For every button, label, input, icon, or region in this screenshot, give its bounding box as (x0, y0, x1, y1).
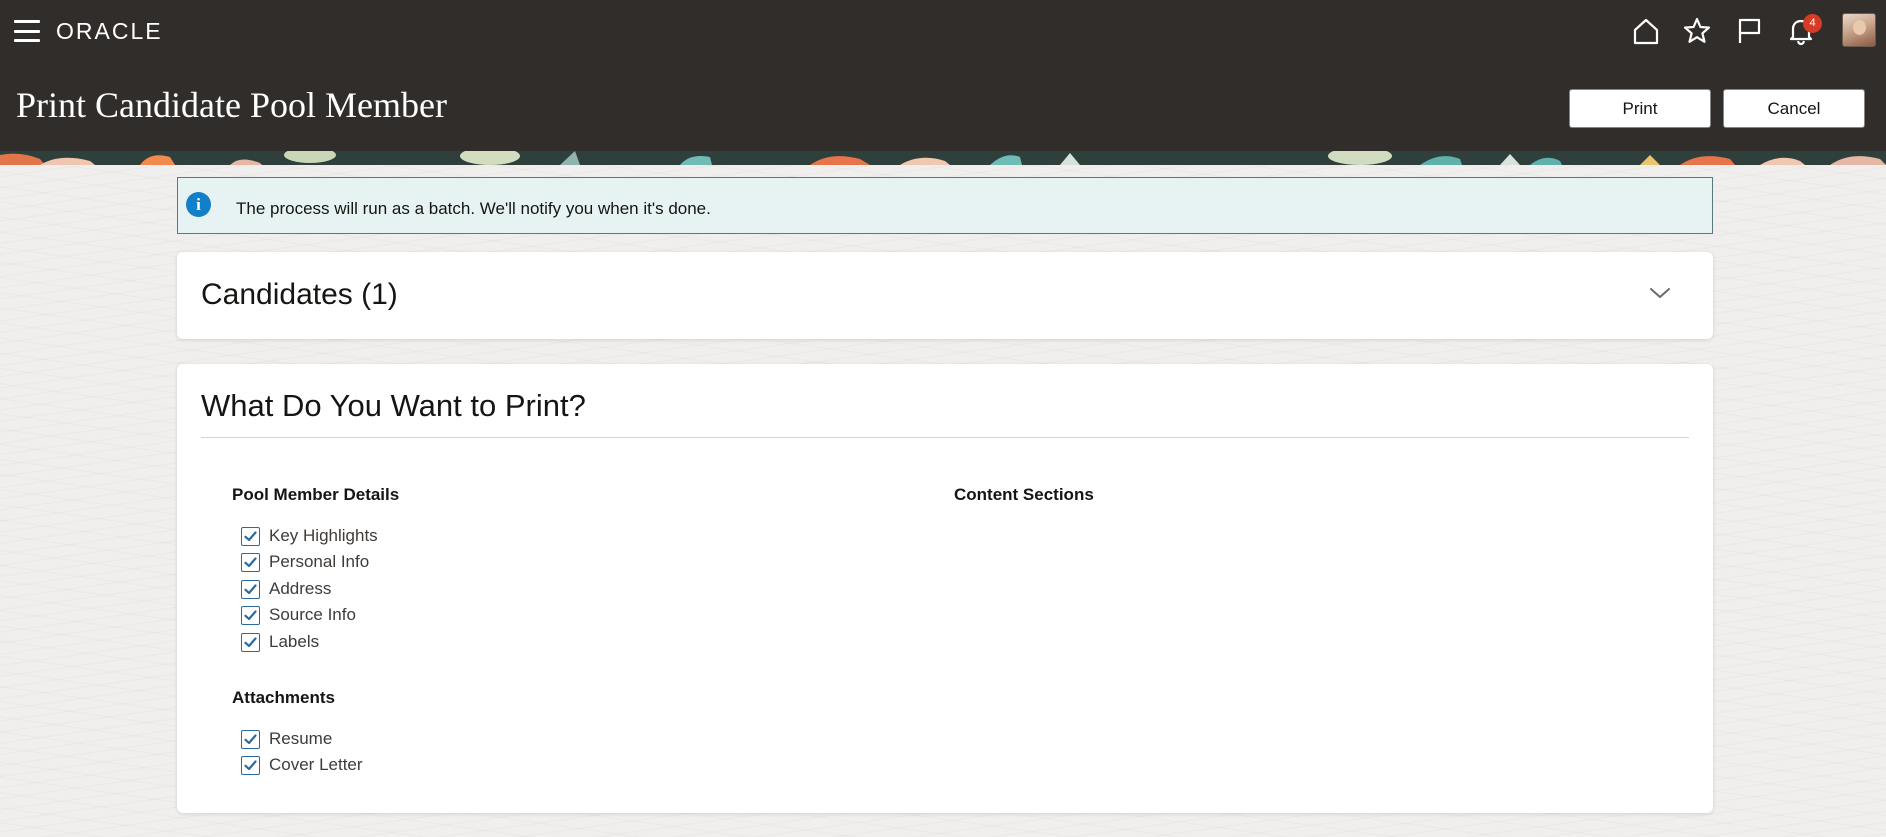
menu-icon[interactable] (14, 20, 40, 42)
cancel-button[interactable]: Cancel (1723, 89, 1865, 128)
checkbox-source-info[interactable]: Source Info (241, 603, 356, 627)
flag-icon[interactable] (1731, 13, 1767, 49)
oracle-logo[interactable]: ORACLE (56, 18, 163, 45)
checkbox-address[interactable]: Address (241, 577, 331, 601)
divider (201, 437, 1689, 438)
candidates-title: Candidates (1) (201, 278, 398, 311)
checkbox-label: Personal Info (269, 552, 370, 571)
bell-icon[interactable]: 4 (1783, 13, 1822, 49)
print-options-section: What Do You Want to Print? Pool Member D… (177, 364, 1713, 813)
home-icon[interactable] (1628, 13, 1664, 49)
checkbox-resume[interactable]: Resume (241, 727, 332, 751)
attachments-label: Attachments (232, 688, 335, 707)
notification-badge: 4 (1803, 14, 1822, 33)
print-button[interactable]: Print (1569, 89, 1711, 128)
page-title: Print Candidate Pool Member (16, 85, 447, 125)
checkbox-checked[interactable] (241, 632, 260, 652)
checkbox-cover-letter[interactable]: Cover Letter (241, 753, 363, 777)
checkbox-label: Address (269, 579, 332, 598)
checkbox-checked[interactable] (241, 526, 260, 546)
checkbox-checked[interactable] (241, 755, 260, 775)
candidates-section[interactable]: Candidates (1) (177, 252, 1713, 339)
content-sections-label: Content Sections (954, 485, 1094, 504)
chevron-down-icon[interactable] (1647, 280, 1673, 306)
avatar[interactable] (1842, 13, 1876, 47)
checkbox-checked[interactable] (241, 552, 260, 572)
pool-member-details-label: Pool Member Details (232, 485, 400, 504)
checkbox-checked[interactable] (241, 605, 260, 625)
checkbox-checked[interactable] (241, 579, 260, 599)
checkbox-label: Cover Letter (269, 755, 363, 774)
checkbox-personal-info[interactable]: Personal Info (241, 550, 369, 574)
checkbox-checked[interactable] (241, 729, 260, 749)
info-message: i The process will run as a batch. We'll… (177, 177, 1713, 234)
info-icon: i (186, 192, 211, 217)
checkbox-label: Resume (269, 729, 333, 748)
checkbox-label: Source Info (269, 605, 356, 624)
decorative-banner (0, 151, 1886, 165)
checkbox-labels[interactable]: Labels (241, 630, 319, 654)
info-message-text: The process will run as a batch. We'll n… (236, 199, 711, 218)
star-icon[interactable] (1679, 13, 1715, 49)
print-options-title: What Do You Want to Print? (201, 388, 586, 423)
checkbox-label: Key Highlights (269, 526, 378, 545)
checkbox-key-highlights[interactable]: Key Highlights (241, 524, 378, 548)
app-header: ORACLE 4 Print Candidate Pool Member Pri… (0, 0, 1886, 151)
checkbox-label: Labels (269, 632, 320, 651)
